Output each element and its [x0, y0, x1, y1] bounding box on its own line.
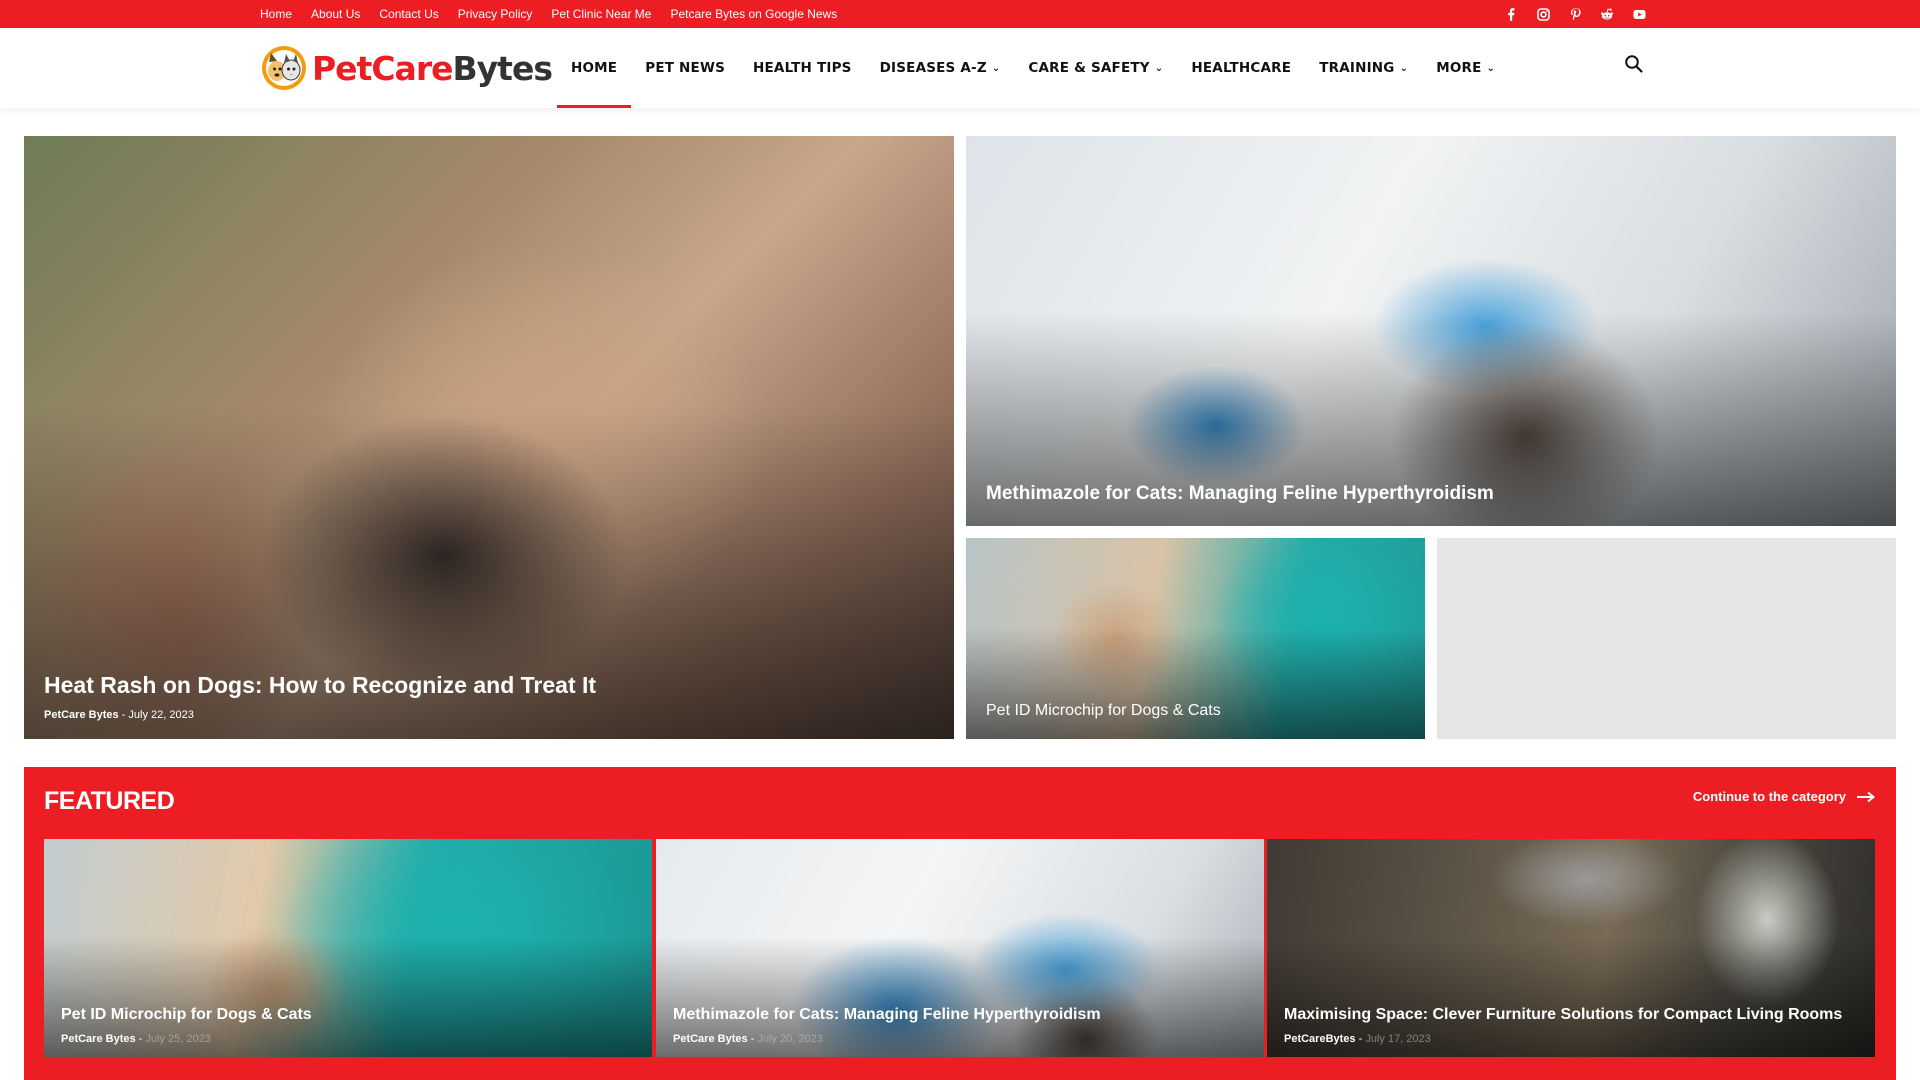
reddit-icon[interactable] — [1598, 5, 1616, 23]
social-links — [1502, 0, 1648, 28]
hero-bottom-left-post[interactable]: Pet ID Microchip for Dogs & Cats — [966, 538, 1425, 739]
instagram-icon[interactable] — [1534, 5, 1552, 23]
post-date: July 20, 2023 — [757, 1033, 823, 1045]
logo-part-petcare: PetCare — [312, 48, 453, 88]
featured-card-3-caption: Maximising Space: Clever Furniture Solut… — [1284, 1005, 1858, 1045]
featured-card-3[interactable]: Maximising Space: Clever Furniture Solut… — [1267, 839, 1875, 1057]
post-meta: PetCareBytes - July 17, 2023 — [1284, 1033, 1858, 1045]
nav-care-safety[interactable]: CARE & SAFETY ⌄ — [1014, 28, 1177, 108]
main-nav: HOME PET NEWS HEALTH TIPS DISEASES A-Z ⌄ … — [557, 28, 1509, 108]
arrow-right-icon — [1857, 791, 1876, 802]
post-author[interactable]: PetCare Bytes — [61, 1033, 136, 1045]
nav-health-tips-label: HEALTH TIPS — [753, 60, 852, 76]
nav-care-safety-label: CARE & SAFETY — [1028, 60, 1150, 76]
hero-top-right-title[interactable]: Methimazole for Cats: Managing Feline Hy… — [986, 482, 1876, 506]
nav-pet-news-label: PET NEWS — [645, 60, 725, 76]
featured-card-1[interactable]: Pet ID Microchip for Dogs & Cats PetCare… — [44, 839, 652, 1057]
featured-card-1-title[interactable]: Pet ID Microchip for Dogs & Cats — [61, 1005, 635, 1025]
chevron-down-icon: ⌄ — [1399, 62, 1409, 74]
featured-card-2-caption: Methimazole for Cats: Managing Feline Hy… — [673, 1005, 1247, 1045]
pinterest-icon[interactable] — [1566, 5, 1584, 23]
featured-heading: FEATURED — [44, 787, 175, 815]
post-meta: PetCare Bytes - July 20, 2023 — [673, 1033, 1247, 1045]
featured-card-2-title[interactable]: Methimazole for Cats: Managing Feline Hy… — [673, 1005, 1247, 1025]
image-placeholder — [1437, 538, 1896, 739]
hero-main-post[interactable]: Heat Rash on Dogs: How to Recognize and … — [24, 136, 954, 739]
featured-card-1-caption: Pet ID Microchip for Dogs & Cats PetCare… — [61, 1005, 635, 1045]
top-link-privacy-policy[interactable]: Privacy Policy — [458, 7, 533, 21]
nav-more-label: MORE — [1436, 60, 1482, 76]
nav-training-label: TRAINING — [1319, 60, 1395, 76]
top-link-google-news[interactable]: Petcare Bytes on Google News — [670, 7, 837, 21]
post-author[interactable]: PetCareBytes — [1284, 1033, 1356, 1045]
logo-part-bytes: Bytes — [452, 48, 553, 88]
post-author[interactable]: PetCare Bytes — [44, 709, 119, 721]
nav-pet-news[interactable]: PET NEWS — [631, 28, 739, 108]
nav-more[interactable]: MORE ⌄ — [1422, 28, 1509, 108]
featured-card-3-title[interactable]: Maximising Space: Clever Furniture Solut… — [1284, 1005, 1858, 1025]
post-meta: PetCare Bytes - July 25, 2023 — [61, 1033, 635, 1045]
top-link-pet-clinic[interactable]: Pet Clinic Near Me — [551, 7, 651, 21]
nav-home[interactable]: HOME — [557, 28, 632, 108]
continue-to-category-link[interactable]: Continue to the category — [1693, 789, 1876, 804]
top-link-contact-us[interactable]: Contact Us — [379, 7, 438, 21]
hero-bottom-left-title[interactable]: Pet ID Microchip for Dogs & Cats — [986, 701, 1405, 721]
logo-wordmark: PetCareBytes — [312, 48, 553, 88]
top-link-about-us[interactable]: About Us — [311, 7, 360, 21]
post-meta: PetCare Bytes - July 22, 2023 — [44, 709, 934, 721]
featured-card-2[interactable]: Methimazole for Cats: Managing Feline Hy… — [656, 839, 1264, 1057]
facebook-icon[interactable] — [1502, 5, 1520, 23]
nav-diseases-a-z[interactable]: DISEASES A-Z ⌄ — [866, 28, 1015, 108]
site-header: PetCareBytes HOME PET NEWS HEALTH TIPS D… — [0, 28, 1920, 108]
site-logo[interactable]: PetCareBytes — [260, 44, 553, 92]
nav-training[interactable]: TRAINING ⌄ — [1305, 28, 1422, 108]
nav-healthcare-label: HEALTHCARE — [1191, 60, 1292, 76]
image-overlay — [966, 628, 1425, 739]
hero-main-title[interactable]: Heat Rash on Dogs: How to Recognize and … — [44, 671, 934, 699]
post-author[interactable]: PetCare Bytes — [673, 1033, 748, 1045]
search-icon[interactable] — [1624, 54, 1648, 78]
hero-bottom-left-caption: Pet ID Microchip for Dogs & Cats — [986, 701, 1405, 721]
chevron-down-icon: ⌄ — [1486, 62, 1496, 74]
chevron-down-icon: ⌄ — [1154, 62, 1164, 74]
top-links: Home About Us Contact Us Privacy Policy … — [260, 0, 837, 28]
hero-top-right-caption: Methimazole for Cats: Managing Feline Hy… — [986, 482, 1876, 506]
featured-section: FEATURED Continue to the category Pet ID… — [24, 767, 1896, 1080]
top-bar: Home About Us Contact Us Privacy Policy … — [0, 0, 1920, 28]
hero-main-caption: Heat Rash on Dogs: How to Recognize and … — [44, 671, 934, 721]
nav-home-label: HOME — [571, 60, 618, 76]
nav-diseases-label: DISEASES A-Z — [879, 60, 987, 76]
post-date: July 25, 2023 — [145, 1033, 211, 1045]
dog-cat-logo-icon — [262, 46, 306, 90]
continue-label: Continue to the category — [1692, 789, 1846, 804]
top-link-home[interactable]: Home — [260, 7, 292, 21]
nav-health-tips[interactable]: HEALTH TIPS — [739, 28, 866, 108]
youtube-icon[interactable] — [1630, 5, 1648, 23]
post-date: July 17, 2023 — [1365, 1033, 1431, 1045]
chevron-down-icon: ⌄ — [991, 62, 1001, 74]
post-date: July 22, 2023 — [128, 709, 194, 721]
hero-top-right-post[interactable]: Methimazole for Cats: Managing Feline Hy… — [966, 136, 1896, 526]
nav-healthcare[interactable]: HEALTHCARE — [1177, 28, 1305, 108]
